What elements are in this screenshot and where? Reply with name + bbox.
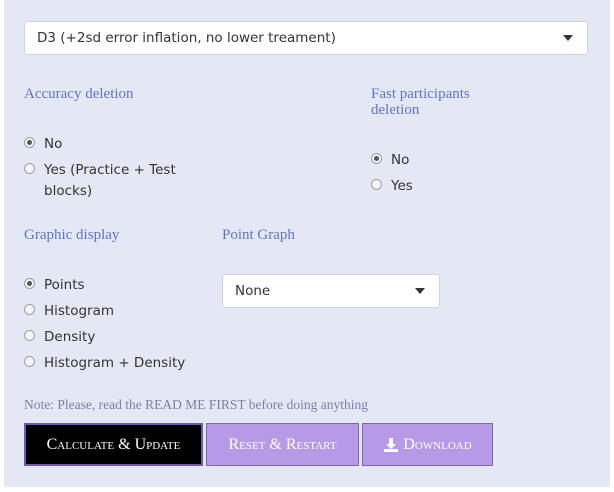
fast-deletion-heading-line1: Fast participants xyxy=(371,86,470,102)
radio-unselected-icon xyxy=(24,330,35,341)
graphic-option-points[interactable]: Points xyxy=(24,275,85,295)
accuracy-option-yes-label-line1: Yes (Practice + Test xyxy=(44,162,176,178)
fast-deletion-heading-line2: deletion xyxy=(371,102,420,118)
accuracy-option-no-label: No xyxy=(44,136,63,152)
graphic-option-histogram-label: Histogram xyxy=(44,303,115,319)
data-selection-value: D3 (+2sd error inflation, no lower tream… xyxy=(37,30,336,46)
graphic-option-histogram-density-label: Histogram + Density xyxy=(44,355,186,371)
graphic-option-histogram-density[interactable]: Histogram + Density xyxy=(24,353,185,373)
calculate-update-label: Calculate & Update xyxy=(46,435,181,453)
fast-deletion-heading: Fast participants deletion xyxy=(371,86,470,118)
point-graph-heading: Point Graph xyxy=(222,227,295,243)
calculate-update-button[interactable]: Calculate & Update xyxy=(24,423,203,466)
radio-unselected-icon xyxy=(24,163,35,174)
download-label: Download xyxy=(403,435,472,453)
accuracy-option-no[interactable]: No xyxy=(24,134,62,154)
download-icon xyxy=(384,437,399,452)
reset-restart-button[interactable]: Reset & Restart xyxy=(206,423,359,466)
radio-selected-icon xyxy=(371,153,382,164)
graphic-display-heading: Graphic display xyxy=(24,227,120,243)
fast-option-yes[interactable]: Yes xyxy=(371,176,413,196)
chevron-down-icon xyxy=(563,35,573,41)
instruction-note: Note: Please, read the READ ME FIRST bef… xyxy=(24,397,368,412)
graphic-option-density-label: Density xyxy=(44,329,96,345)
download-button[interactable]: Download xyxy=(362,423,493,466)
reset-restart-label: Reset & Restart xyxy=(228,435,337,453)
radio-unselected-icon xyxy=(24,356,35,367)
accuracy-deletion-heading: Accuracy deletion xyxy=(24,86,134,102)
settings-panel: D3 (+2sd error inflation, no lower tream… xyxy=(4,0,610,487)
data-selection-dropdown[interactable]: D3 (+2sd error inflation, no lower tream… xyxy=(24,21,588,55)
graphic-option-histogram[interactable]: Histogram xyxy=(24,301,114,321)
point-graph-value: None xyxy=(235,283,271,299)
accuracy-option-yes-label-line2: blocks) xyxy=(44,183,93,199)
accuracy-option-yes[interactable]: Yes (Practice + Test blocks) xyxy=(24,160,176,201)
radio-selected-icon xyxy=(24,137,35,148)
radio-unselected-icon xyxy=(24,304,35,315)
radio-selected-icon xyxy=(24,278,35,289)
fast-option-no[interactable]: No xyxy=(371,150,409,170)
radio-unselected-icon xyxy=(371,179,382,190)
graphic-option-density[interactable]: Density xyxy=(24,327,95,347)
chevron-down-icon xyxy=(415,288,425,294)
fast-option-no-label: No xyxy=(391,152,410,168)
fast-option-yes-label: Yes xyxy=(391,178,413,194)
graphic-option-points-label: Points xyxy=(44,277,85,293)
point-graph-dropdown[interactable]: None xyxy=(222,274,440,308)
